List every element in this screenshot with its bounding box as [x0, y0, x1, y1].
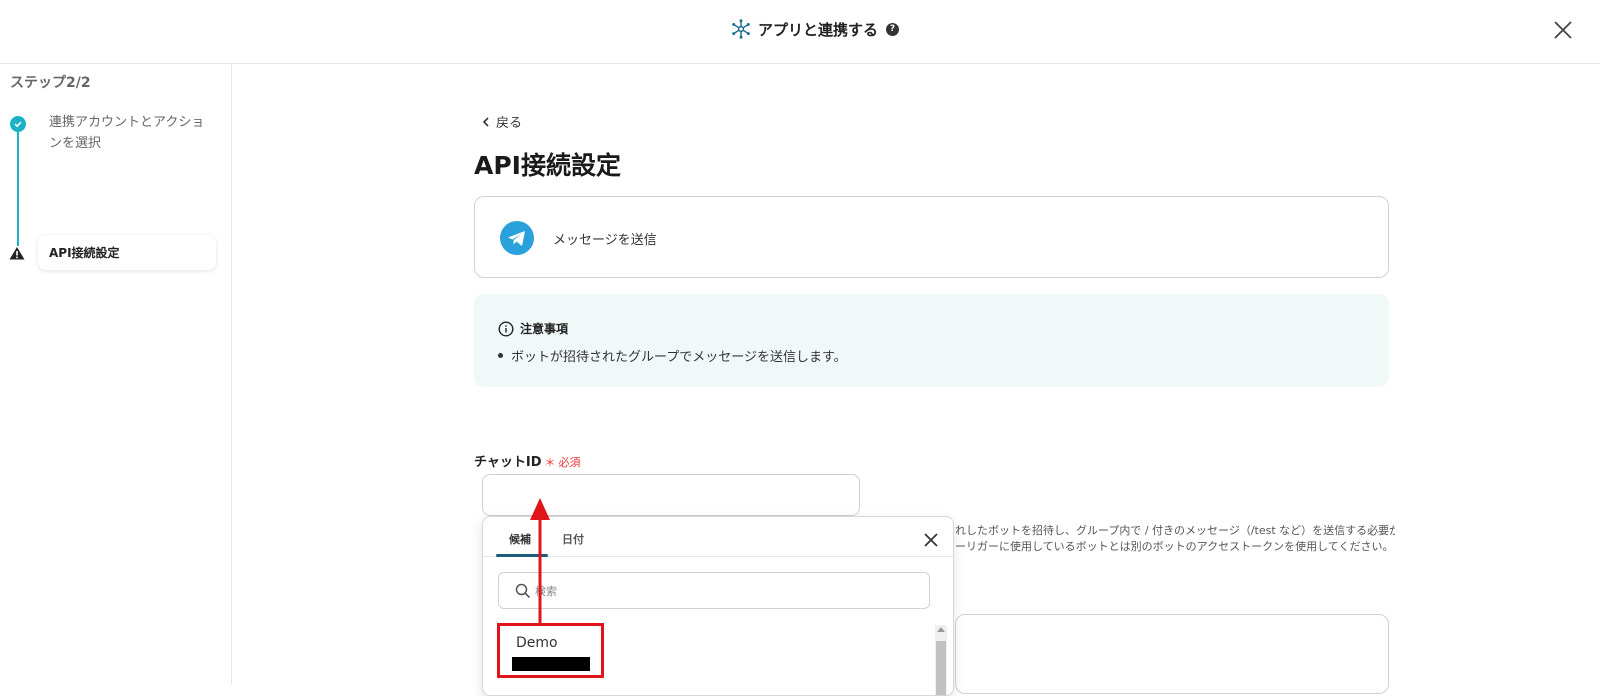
notice-heading-text: 注意事項	[520, 322, 569, 336]
notice-item-text: ボットが招待されたグループでメッセージを送信します。	[511, 350, 847, 365]
header-title: アプリと連携する ?	[730, 18, 900, 40]
back-link[interactable]: 戻る	[482, 112, 522, 131]
notice-heading: 注意事項	[498, 320, 568, 337]
next-field-box[interactable]	[955, 614, 1389, 694]
dropdown-scrollbar[interactable]	[935, 625, 947, 695]
app-link-icon	[732, 19, 750, 39]
annotation-highlight-box	[497, 623, 604, 678]
close-icon[interactable]	[923, 532, 939, 548]
header-title-text: アプリと連携する	[758, 20, 879, 39]
chat-id-helper-text: れしたボットを招待し、グループ内で / 付きのメッセージ（/test など）を送…	[955, 523, 1395, 555]
tab-date[interactable]: 日付	[562, 531, 584, 547]
scroll-up-icon[interactable]	[937, 627, 945, 632]
notice-item: ボットが招待されたグループでメッセージを送信します。	[498, 346, 847, 365]
required-asterisk: ＊	[544, 456, 556, 469]
top-bar: アプリと連携する ?	[0, 0, 1600, 64]
helper-line-1: れしたボットを招待し、グループ内で / 付きのメッセージ（/test など）を送…	[955, 524, 1395, 537]
step-sidebar: ステップ2/2 連携アカウントとアクションを選択 API接続設定	[0, 64, 232, 685]
step-item-account-action[interactable]: 連携アカウントとアクションを選択	[49, 112, 209, 154]
page-title: API接続設定	[474, 151, 621, 180]
action-card: メッセージを送信	[474, 196, 1389, 278]
warning-icon	[9, 247, 25, 260]
annotation-arrow	[530, 498, 550, 626]
close-icon[interactable]	[1552, 19, 1574, 41]
required-text: 必須	[558, 456, 581, 469]
dropdown-search-input[interactable]: 検索	[498, 572, 930, 609]
step-item-api-settings[interactable]: API接続設定	[38, 235, 216, 270]
step-title: ステップ2/2	[10, 75, 91, 91]
chat-id-label-text: チャットID	[474, 455, 542, 470]
notice-box: 注意事項 ボットが招待されたグループでメッセージを送信します。	[474, 294, 1389, 387]
info-icon	[498, 320, 514, 337]
helper-line-2: ーリガーに使用しているボットとは別のボットのアクセストークンを使用してください。	[955, 540, 1394, 553]
question-circle-icon[interactable]: ?	[886, 22, 900, 36]
chat-id-label: チャットID ＊必須	[474, 451, 581, 470]
chevron-left-icon	[482, 116, 489, 127]
back-label: 戻る	[496, 116, 523, 131]
scroll-thumb[interactable]	[936, 641, 946, 695]
step-connector	[17, 126, 19, 246]
step-item-label: API接続設定	[49, 246, 120, 260]
action-label: メッセージを送信	[553, 233, 657, 248]
bullet-icon	[498, 353, 503, 358]
telegram-icon	[500, 221, 534, 255]
check-circle-icon	[10, 116, 26, 132]
